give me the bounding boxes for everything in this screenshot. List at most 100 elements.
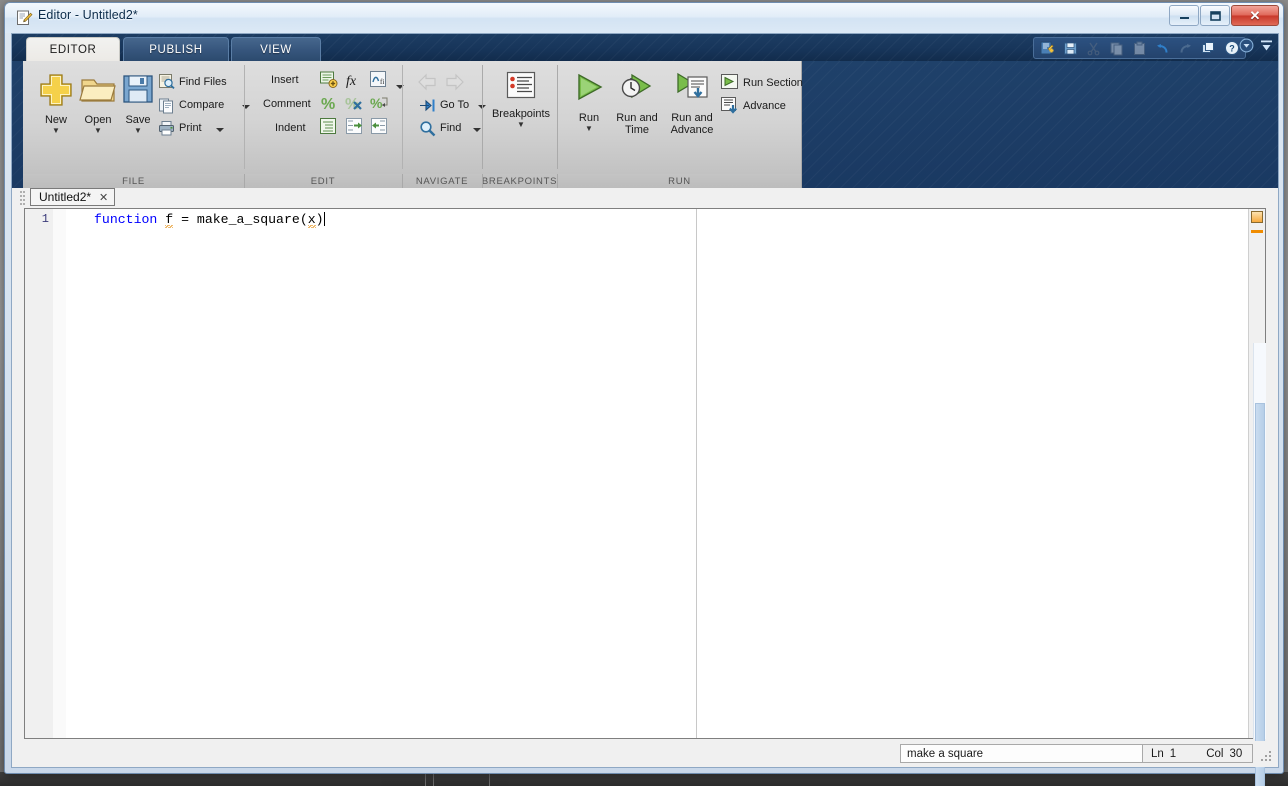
find-files-label: Find Files — [179, 75, 227, 88]
scrollbar-thumb[interactable] — [1255, 403, 1265, 786]
find-button[interactable]: Find — [419, 119, 482, 137]
print-menu-arrow[interactable] — [215, 119, 224, 137]
indent-right-icon — [346, 118, 362, 134]
print-label: Print — [179, 122, 202, 134]
close-button[interactable]: ✕ — [1231, 5, 1279, 26]
maximize-button[interactable] — [1200, 5, 1230, 26]
indent-label: Indent — [275, 122, 306, 134]
tab-editor[interactable]: EDITOR — [26, 37, 120, 61]
group-label-navigate: NAVIGATE — [415, 175, 469, 187]
window-title: Editor - Untitled2* — [38, 8, 138, 22]
status-bar: make a square Ln 1 Col 30 — [12, 741, 1278, 767]
ribbon: New ▼ Open ▼ Save ▼ Find Files Compare P… — [12, 61, 1278, 188]
qat-paste-icon — [1129, 39, 1150, 58]
status-line-column-field: Ln 1 Col 30 — [1143, 744, 1253, 763]
goto-button[interactable]: Go To — [419, 96, 487, 114]
compare-label: Compare — [179, 99, 225, 111]
insert-function-template-button[interactable]: fi — [369, 70, 388, 94]
wrap-comment-icon: % — [370, 95, 388, 111]
advance-button[interactable]: Advance — [720, 96, 786, 115]
tab-view[interactable]: VIEW — [231, 37, 321, 61]
close-icon: ✕ — [1249, 7, 1261, 23]
file-tab-untitled2[interactable]: Untitled2* ✕ — [30, 188, 116, 206]
run-section-icon — [721, 74, 738, 89]
customize-dropdown-icon[interactable] — [1239, 38, 1254, 58]
tab-view-label: VIEW — [260, 43, 292, 56]
application-frame: EDITOR PUBLISH VIEW ? New ▼ Open ▼ Save … — [11, 33, 1279, 786]
comment-button[interactable]: % — [319, 94, 338, 118]
run-and-time-label: Run and Time — [616, 112, 658, 136]
code-analyzer-status-indicator[interactable] — [1251, 211, 1263, 223]
group-label-edit: EDIT — [310, 175, 336, 187]
code-editor[interactable]: 1 function f = make_a_square(x) — [24, 208, 1266, 739]
new-button[interactable]: New ▼ — [33, 71, 79, 135]
qat-save-icon[interactable] — [1060, 39, 1081, 58]
group-label-file: FILE — [122, 175, 145, 187]
insert-function-fx-icon: fx — [346, 74, 357, 89]
title-bar[interactable]: Editor - Untitled2* ✕ — [5, 3, 1283, 33]
new-plus-icon — [40, 74, 72, 106]
indent-left-button[interactable] — [370, 117, 389, 141]
qat-undo-icon[interactable] — [1152, 39, 1173, 58]
breakpoints-button[interactable]: Breakpoints ▼ — [489, 71, 553, 129]
file-tab-close-icon[interactable]: ✕ — [99, 191, 108, 204]
window-controls: ✕ — [1168, 5, 1279, 28]
advance-icon — [721, 97, 738, 114]
save-floppy-icon — [123, 75, 153, 103]
indent-left-icon — [371, 118, 387, 134]
file-tab-label: Untitled2* — [39, 190, 92, 204]
run-and-advance-button[interactable]: Run and Advance — [667, 71, 717, 136]
save-button-menu-arrow[interactable]: ▼ — [115, 126, 161, 135]
comment-label: Comment — [263, 98, 311, 110]
code-open-paren: ( — [299, 212, 308, 227]
document-area: Untitled2* ✕ 1 function f = make_a_squar… — [12, 188, 1278, 786]
find-files-button[interactable]: Find Files — [158, 73, 227, 90]
print-button[interactable]: Print — [158, 119, 224, 137]
breakpoints-menu-arrow[interactable]: ▼ — [489, 120, 553, 129]
smart-indent-button[interactable] — [319, 117, 338, 141]
run-button[interactable]: Run ▼ — [568, 71, 610, 133]
minimize-button[interactable] — [1169, 5, 1199, 26]
insert-function-fx-button[interactable]: fx — [344, 71, 364, 94]
insert-section-icon — [320, 71, 338, 88]
find-menu-arrow[interactable] — [473, 119, 482, 137]
dock-grip-handle[interactable] — [20, 191, 25, 205]
quick-access-toolbar: ? — [1033, 37, 1246, 59]
svg-text:%: % — [321, 96, 335, 113]
wrap-comment-button[interactable]: % — [370, 94, 389, 118]
run-section-button[interactable]: Run Section — [720, 73, 803, 92]
run-button-label: Run — [578, 112, 600, 124]
code-output-variable: f — [165, 212, 174, 228]
run-section-label: Run Section — [743, 76, 803, 89]
tab-publish-label: PUBLISH — [149, 43, 203, 56]
ribbon-tab-strip: EDITOR PUBLISH VIEW ? — [12, 34, 1278, 61]
indent-right-button[interactable] — [345, 117, 364, 141]
code-text-area[interactable]: function f = make_a_square(x) — [66, 209, 1248, 738]
breakpoint-gutter[interactable] — [53, 209, 67, 738]
minimize-ribbon-icon[interactable] — [1259, 38, 1274, 58]
code-analyzer-warning-mark[interactable] — [1251, 230, 1263, 233]
run-and-time-button[interactable]: Run and Time — [613, 71, 661, 136]
advance-label: Advance — [743, 99, 786, 112]
code-close-paren: ) — [315, 212, 324, 227]
qat-switch-windows-icon[interactable] — [1198, 39, 1219, 58]
editor-vertical-scrollbar[interactable] — [1253, 343, 1266, 786]
line-number-gutter: 1 — [25, 209, 54, 738]
insert-section-button[interactable] — [319, 70, 338, 94]
tab-publish[interactable]: PUBLISH — [123, 37, 229, 61]
group-separator-edit-navigate — [402, 65, 403, 169]
line-number-1: 1 — [41, 212, 49, 226]
code-keyword-function: function — [94, 212, 158, 227]
compare-button[interactable]: Compare — [158, 96, 251, 114]
svg-text:fx: fx — [346, 74, 357, 89]
new-button-menu-arrow[interactable]: ▼ — [33, 126, 79, 135]
back-arrow-icon — [418, 73, 436, 91]
run-menu-arrow[interactable]: ▼ — [568, 124, 610, 133]
status-col-value: 30 — [1229, 747, 1243, 760]
window-resize-grip[interactable] — [1261, 751, 1273, 763]
code-argument-x: x — [307, 212, 316, 228]
smart-indent-icon — [320, 118, 336, 134]
save-button[interactable]: Save ▼ — [115, 71, 161, 135]
qat-new-script-icon[interactable] — [1037, 39, 1058, 58]
uncomment-button[interactable]: % — [345, 94, 364, 118]
